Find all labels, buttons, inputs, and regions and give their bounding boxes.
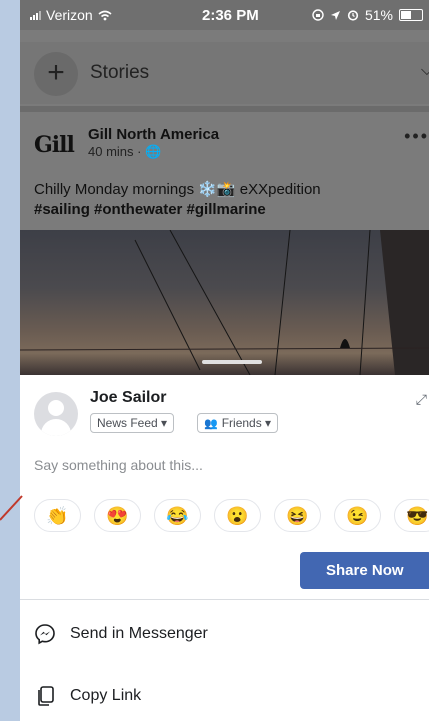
audience-newsfeed-label: News Feed ▾ (97, 416, 168, 430)
expand-icon[interactable]: ⤢ (416, 391, 427, 408)
emoji-wink-button[interactable]: 😉 (334, 499, 381, 532)
emoji-joy-button[interactable]: 😂 (154, 499, 201, 532)
emoji-wow-button[interactable]: 😮 (214, 499, 261, 532)
signal-icon (30, 10, 41, 20)
status-time: 2:36 PM (202, 7, 259, 24)
messenger-icon (35, 624, 55, 645)
add-story-icon[interactable]: + (34, 52, 78, 96)
audience-newsfeed-selector[interactable]: News Feed ▾ (90, 413, 175, 433)
post-meta: 40 mins · 🌐 (88, 144, 162, 159)
alarm-icon (347, 10, 359, 21)
carrier-group: Verizon (30, 7, 112, 23)
post-photo[interactable] (20, 230, 429, 375)
emoji-heart-eyes-button[interactable]: 😍 (94, 499, 141, 532)
page-logo[interactable]: Gill (34, 132, 75, 158)
emoji-row: 👏 😍 😂 😮 😆 😉 😎 (34, 499, 429, 532)
emoji-laugh-button[interactable]: 😆 (274, 499, 321, 532)
stories-bar[interactable]: + Stories ⌵ (20, 42, 429, 104)
audience-friends-label: Friends ▾ (221, 416, 272, 430)
carrier-name: Verizon (46, 7, 93, 23)
feed-background: + Stories ⌵ Gill Gill North America 40 m… (20, 30, 429, 375)
feed-divider (20, 106, 429, 112)
phone-screen: Verizon 2:36 PM 51% + Stories ⌵ Gill Gil… (20, 0, 429, 721)
stories-label: Stories (90, 62, 150, 83)
wifi-icon (98, 10, 112, 20)
sheet-drag-handle[interactable] (202, 360, 262, 364)
more-options-icon[interactable]: ••• (404, 126, 429, 147)
post-text-line1: Chilly Monday mornings ❄️📸 eXXpedition (34, 181, 321, 198)
audience-friends-selector[interactable]: 👥 Friends ▾ (197, 413, 279, 433)
rigging-lines (20, 230, 429, 375)
friends-icon: 👥 (204, 417, 218, 430)
send-in-messenger-item[interactable]: Send in Messenger (34, 623, 208, 645)
post-text-line2: #sailing #onthewater #gillmarine (34, 201, 266, 218)
sheet-divider (20, 599, 429, 600)
copy-link-label: Copy Link (70, 687, 142, 704)
user-name: Joe Sailor (90, 389, 167, 406)
emoji-clap-button[interactable]: 👏 (34, 499, 81, 532)
battery-icon (399, 9, 423, 21)
copy-link-icon (38, 686, 54, 706)
send-in-messenger-label: Send in Messenger (70, 625, 208, 642)
post-text: Chilly Monday mornings ❄️📸 eXXpedition #… (34, 180, 321, 220)
lock-rotation-icon (312, 9, 324, 21)
share-sheet: Joe Sailor News Feed ▾ 👥 Friends ▾ ⤢ Say… (20, 375, 429, 721)
emoji-cool-button[interactable]: 😎 (394, 499, 429, 532)
battery-percent: 51% (364, 7, 393, 23)
post-header: Gill Gill North America 40 mins · 🌐 ••• … (20, 114, 429, 234)
status-right: 51% (312, 7, 423, 23)
avatar (34, 392, 78, 436)
share-caption-input[interactable]: Say something about this... (34, 457, 203, 473)
chevron-down-icon[interactable]: ⌵ (421, 62, 429, 80)
copy-link-item[interactable]: Copy Link (34, 685, 141, 707)
status-bar: Verizon 2:36 PM 51% (20, 0, 429, 30)
page-name[interactable]: Gill North America (88, 126, 219, 143)
share-now-button[interactable]: Share Now (300, 552, 429, 589)
location-icon (330, 10, 340, 20)
